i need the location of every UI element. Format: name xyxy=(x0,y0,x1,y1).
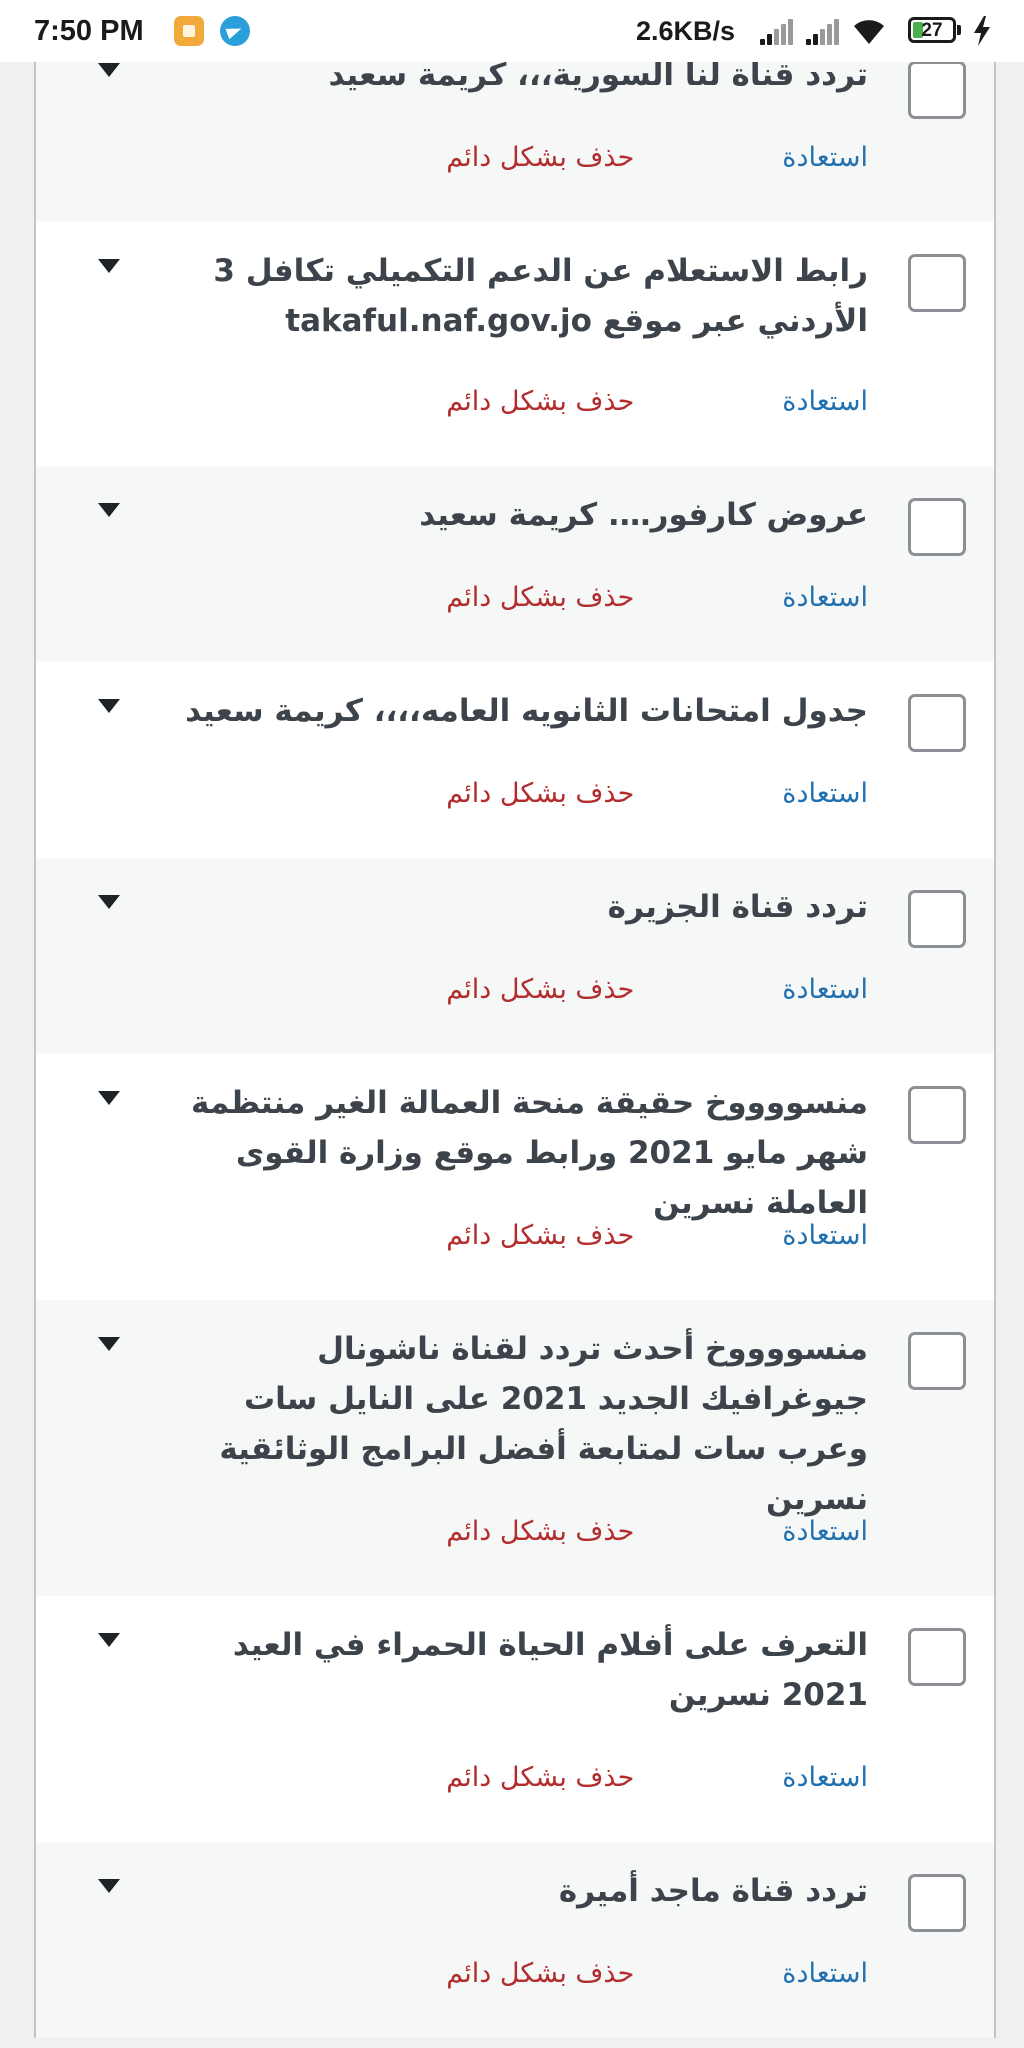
delete-permanently-link[interactable]: حذف بشكل دائم xyxy=(446,1216,634,1256)
post-title[interactable]: عروض كارفور…. كريمة سعيد xyxy=(178,490,868,540)
row-checkbox[interactable] xyxy=(908,498,966,556)
notes-app-icon xyxy=(174,16,204,46)
row-actions: استعادة حذف بشكل دائم xyxy=(446,774,868,814)
toggle-row-icon[interactable] xyxy=(98,1337,120,1351)
restore-link[interactable]: استعادة xyxy=(782,382,868,422)
list-item: تردد قناة ماجد أميرة استعادة حذف بشكل دا… xyxy=(36,1842,994,2038)
toggle-row-icon[interactable] xyxy=(98,1633,120,1647)
row-checkbox[interactable] xyxy=(908,694,966,752)
restore-link[interactable]: استعادة xyxy=(782,970,868,1010)
toggle-row-icon[interactable] xyxy=(98,895,120,909)
row-actions: استعادة حذف بشكل دائم xyxy=(446,578,868,618)
row-actions: استعادة حذف بشكل دائم xyxy=(446,1216,868,1256)
list-item: رابط الاستعلام عن الدعم التكميلي تكافل 3… xyxy=(36,222,994,466)
charging-icon xyxy=(974,16,990,46)
telegram-icon xyxy=(220,16,250,46)
list-item: تردد قناة لنا السورية،،، كريمة سعيد استع… xyxy=(36,57,994,222)
toggle-row-icon[interactable] xyxy=(98,503,120,517)
delete-permanently-link[interactable]: حذف بشكل دائم xyxy=(446,774,634,814)
row-actions: استعادة حذف بشكل دائم xyxy=(446,382,868,422)
battery-cap xyxy=(957,25,961,35)
row-actions: استعادة حذف بشكل دائم xyxy=(446,138,868,178)
status-time: 7:50 PM xyxy=(34,15,144,47)
battery-icon: 27 xyxy=(908,17,956,43)
restore-link[interactable]: استعادة xyxy=(782,1216,868,1256)
post-title[interactable]: منسووووخ أحدث تردد لقناة ناشونال جيوغراف… xyxy=(178,1324,868,1524)
row-checkbox[interactable] xyxy=(908,61,966,119)
network-speed: 2.6KB/s xyxy=(636,16,736,46)
toggle-row-icon[interactable] xyxy=(98,699,120,713)
list-item: تردد قناة الجزيرة استعادة حذف بشكل دائم xyxy=(36,858,994,1054)
post-title[interactable]: جدول امتحانات الثانويه العامه،،،، كريمة … xyxy=(178,686,868,736)
post-title[interactable]: منسووووخ حقيقة منحة العمالة الغير منتظمة… xyxy=(178,1078,868,1228)
post-title[interactable]: تردد قناة ماجد أميرة xyxy=(178,1866,868,1916)
delete-permanently-link[interactable]: حذف بشكل دائم xyxy=(446,970,634,1010)
list-item: جدول امتحانات الثانويه العامه،،،، كريمة … xyxy=(36,662,994,858)
list-item: منسووووخ حقيقة منحة العمالة الغير منتظمة… xyxy=(36,1054,994,1300)
delete-permanently-link[interactable]: حذف بشكل دائم xyxy=(446,382,634,422)
restore-link[interactable]: استعادة xyxy=(782,1954,868,1994)
toggle-row-icon[interactable] xyxy=(98,259,120,273)
delete-permanently-link[interactable]: حذف بشكل دائم xyxy=(446,578,634,618)
restore-link[interactable]: استعادة xyxy=(782,1512,868,1552)
restore-link[interactable]: استعادة xyxy=(782,578,868,618)
post-title[interactable]: التعرف على أفلام الحياة الحمراء في العيد… xyxy=(178,1620,868,1720)
row-checkbox[interactable] xyxy=(908,1086,966,1144)
delete-permanently-link[interactable]: حذف بشكل دائم xyxy=(446,1954,634,1994)
post-title[interactable]: تردد قناة الجزيرة xyxy=(178,882,868,932)
restore-link[interactable]: استعادة xyxy=(782,138,868,178)
post-title[interactable]: رابط الاستعلام عن الدعم التكميلي تكافل 3… xyxy=(178,246,868,346)
restore-link[interactable]: استعادة xyxy=(782,774,868,814)
delete-permanently-link[interactable]: حذف بشكل دائم xyxy=(446,1512,634,1552)
row-checkbox[interactable] xyxy=(908,890,966,948)
list-item: منسووووخ أحدث تردد لقناة ناشونال جيوغراف… xyxy=(36,1300,994,1596)
toggle-row-icon[interactable] xyxy=(98,63,120,77)
row-checkbox[interactable] xyxy=(908,254,966,312)
trash-post-list: تردد قناة لنا السورية،،، كريمة سعيد استع… xyxy=(34,57,996,2038)
battery-level-text: 27 xyxy=(921,20,943,41)
status-bar: 7:50 PM 2.6KB/s 27 xyxy=(0,0,1024,62)
list-item: التعرف على أفلام الحياة الحمراء في العيد… xyxy=(36,1596,994,1842)
toggle-row-icon[interactable] xyxy=(98,1091,120,1105)
list-item: عروض كارفور…. كريمة سعيد استعادة حذف بشك… xyxy=(36,466,994,662)
row-actions: استعادة حذف بشكل دائم xyxy=(446,970,868,1010)
row-checkbox[interactable] xyxy=(908,1874,966,1932)
wifi-icon xyxy=(854,20,884,44)
row-actions: استعادة حذف بشكل دائم xyxy=(446,1758,868,1798)
row-checkbox[interactable] xyxy=(908,1628,966,1686)
delete-permanently-link[interactable]: حذف بشكل دائم xyxy=(446,138,634,178)
toggle-row-icon[interactable] xyxy=(98,1879,120,1893)
signal-icon xyxy=(760,17,794,45)
row-actions: استعادة حذف بشكل دائم xyxy=(446,1954,868,1994)
signal-icon xyxy=(806,17,840,45)
delete-permanently-link[interactable]: حذف بشكل دائم xyxy=(446,1758,634,1798)
row-checkbox[interactable] xyxy=(908,1332,966,1390)
row-actions: استعادة حذف بشكل دائم xyxy=(446,1512,868,1552)
restore-link[interactable]: استعادة xyxy=(782,1758,868,1798)
